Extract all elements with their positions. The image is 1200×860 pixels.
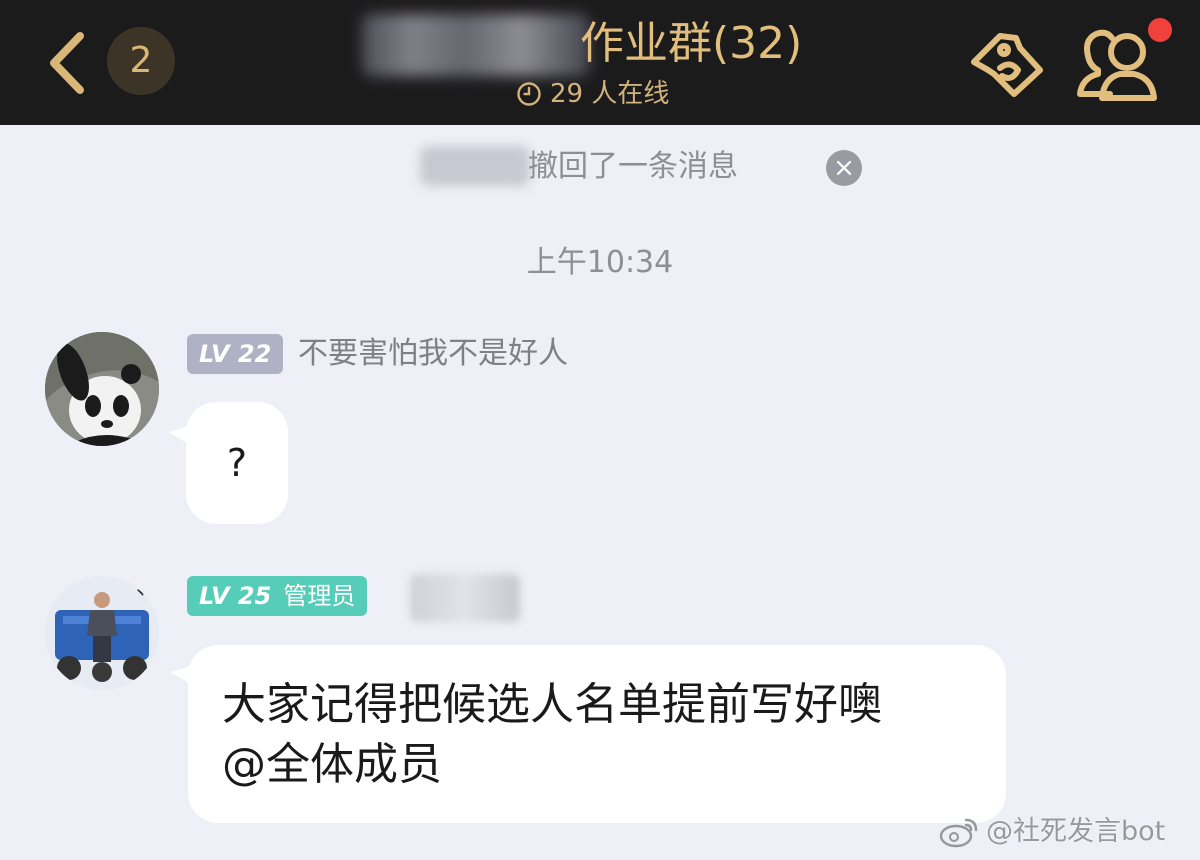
sender-nickname[interactable]: 不要害怕我不是好人	[298, 330, 568, 378]
blurred-sender-name	[410, 574, 520, 622]
avatar[interactable]	[45, 576, 159, 690]
online-count-text: 29 人在线	[550, 79, 670, 109]
message-line: 大家记得把候选人名单提前写好噢	[222, 679, 882, 730]
close-icon[interactable]: ×	[826, 150, 862, 186]
avatar[interactable]	[45, 332, 159, 446]
clock-icon	[517, 82, 541, 106]
unread-count-badge[interactable]: 2	[107, 27, 175, 95]
ticket-tag-icon	[971, 33, 1043, 97]
message-bubble[interactable]: 大家记得把候选人名单提前写好噢 @全体成员	[188, 645, 1006, 823]
back-button[interactable]	[40, 28, 100, 98]
chat-header: 2 作业群(32) 29 人在线	[0, 0, 1200, 125]
admin-role-label: 管理员	[283, 582, 356, 610]
notification-dot	[1148, 18, 1172, 42]
chevron-left-icon	[50, 32, 84, 94]
message-bubble[interactable]: ?	[186, 402, 288, 524]
message-timestamp: 上午10:34	[526, 245, 674, 280]
group-tag-button[interactable]	[966, 28, 1050, 100]
recall-notice-text: 撤回了一条消息	[528, 149, 738, 184]
online-status: 29 人在线	[516, 74, 669, 114]
watermark: @社死发言bot	[938, 812, 1165, 852]
blurred-group-name	[362, 14, 590, 76]
level-badge: LV 22	[187, 334, 284, 374]
admin-level-badge: LV 25 管理员	[187, 576, 368, 616]
panda-avatar-icon	[45, 332, 159, 446]
person-on-tricycle-avatar-icon	[45, 576, 159, 690]
mention-all-line: @全体成员	[222, 739, 442, 790]
group-title: 作业群(32)	[580, 18, 803, 69]
blurred-sender-name	[420, 146, 530, 186]
watermark-text: @社死发言bot	[986, 816, 1166, 847]
level-text: LV 25	[199, 582, 272, 610]
weibo-icon	[939, 818, 978, 848]
